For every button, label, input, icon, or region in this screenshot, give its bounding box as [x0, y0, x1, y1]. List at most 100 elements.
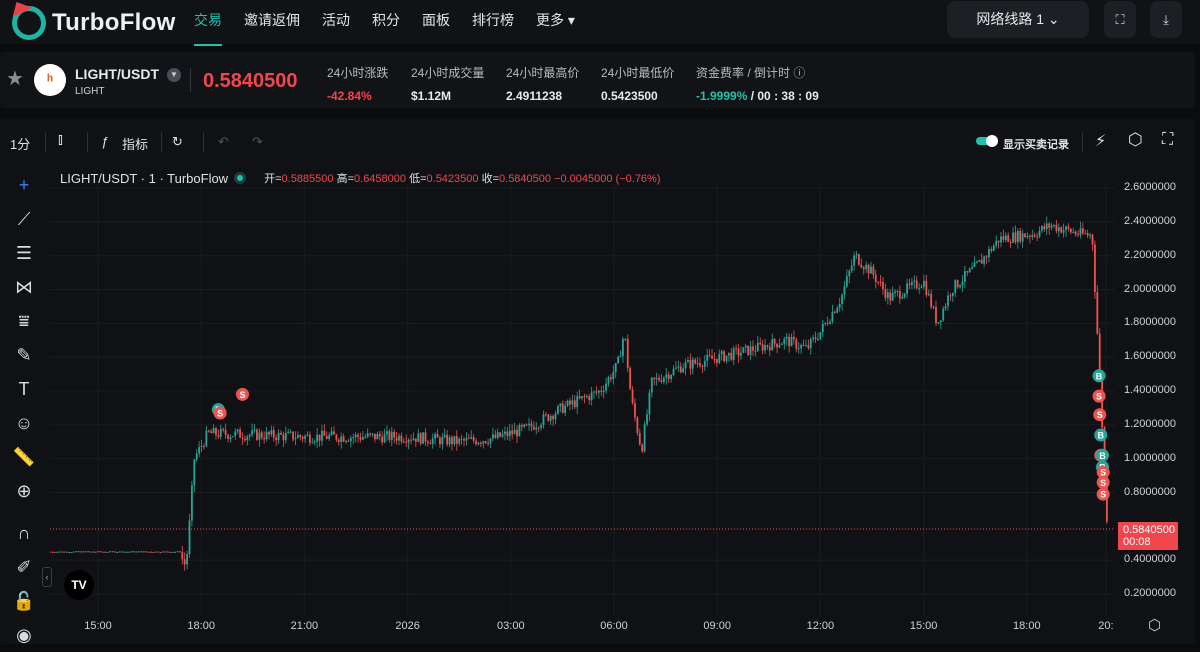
change-value: −0.0045000 (−0.76%)	[554, 173, 661, 185]
eye-icon[interactable]: ◉	[8, 618, 40, 652]
info-icon[interactable]: ⓘ	[793, 66, 805, 80]
candle-body	[638, 433, 641, 445]
candle-body	[711, 355, 713, 359]
candle-body	[210, 431, 213, 434]
fx-icon[interactable]: ƒ	[101, 134, 108, 149]
candle-body	[306, 434, 309, 436]
candle-body	[111, 551, 114, 553]
candle-body	[451, 437, 453, 445]
candle-body	[1057, 227, 1060, 232]
candle-body	[429, 443, 432, 445]
candle-body	[764, 345, 766, 351]
nav-points[interactable]: 积分	[372, 0, 400, 44]
y-tick-label: 2.0000000	[1124, 282, 1176, 295]
candle-body	[523, 424, 526, 427]
pair-name[interactable]: LIGHT/USDT	[75, 66, 159, 82]
download-button[interactable]: ⤓	[1150, 1, 1182, 38]
candle-body	[848, 270, 851, 277]
nav-referral[interactable]: 邀请返佣	[244, 0, 300, 44]
text-icon[interactable]: T	[8, 372, 40, 406]
pattern-icon[interactable]: ⋈	[8, 270, 40, 304]
undo-icon[interactable]: ↶	[218, 134, 229, 150]
lock-drawing-icon[interactable]: ✐	[8, 550, 40, 584]
candle-body	[453, 435, 456, 445]
emoji-icon[interactable]: ☺	[8, 406, 40, 440]
candle-body	[89, 551, 92, 553]
interval-select[interactable]: 1分	[10, 134, 30, 153]
candle-body	[956, 280, 959, 288]
candle-body	[92, 551, 95, 553]
reset-icon[interactable]: ↻	[172, 134, 183, 150]
axis-settings-icon[interactable]: ⬡	[1148, 616, 1161, 634]
candle-body	[200, 446, 203, 448]
quick-search-icon[interactable]: ⚡	[1095, 131, 1106, 151]
download-icon: ⤓	[1163, 11, 1169, 27]
candle-body	[296, 435, 299, 439]
redo-icon[interactable]: ↷	[252, 134, 263, 150]
show-trades-toggle[interactable]	[976, 135, 998, 147]
ruler-icon[interactable]: 📏	[8, 440, 40, 474]
candle-body	[330, 431, 333, 436]
candle-body	[1007, 235, 1010, 243]
candle-body	[63, 551, 66, 553]
candle-body	[610, 377, 612, 380]
magnet-icon[interactable]: ∩	[8, 516, 40, 550]
candle-body	[1009, 242, 1012, 244]
nav-dashboard[interactable]: 面板	[422, 0, 450, 44]
candle-type-icon[interactable]: ⫾	[58, 131, 63, 148]
trend-line-icon[interactable]: ⟋	[8, 202, 40, 236]
stat-label: 24小时最高价	[506, 66, 580, 80]
candle-body	[793, 336, 795, 340]
candle-body	[369, 433, 372, 435]
candle-body	[939, 320, 942, 323]
trade-marker-label: B	[1099, 451, 1106, 461]
candle-body	[140, 551, 143, 553]
candle-body	[691, 359, 694, 369]
fullscreen-icon[interactable]: ⛶	[1162, 131, 1173, 149]
y-tick-label: 0.2000000	[1124, 587, 1176, 599]
candle-body	[203, 446, 205, 448]
brand-logo[interactable]: TurboFlow	[12, 6, 176, 40]
candle-body	[918, 287, 921, 289]
candle-body	[696, 363, 699, 365]
nav-more[interactable]: 更多 ▾	[536, 0, 575, 44]
candle-body	[390, 431, 393, 440]
candle-body	[484, 441, 487, 443]
favorite-star-icon[interactable]: ★	[6, 66, 24, 91]
close-label: 收=	[481, 173, 500, 185]
nav-trade[interactable]: 交易	[194, 0, 222, 46]
candle-body	[431, 438, 434, 444]
y-tick-label: 2.4000000	[1124, 214, 1176, 227]
channel-icon[interactable]: ⩸	[8, 304, 40, 338]
y-tick-label: 2.2000000	[1124, 248, 1176, 261]
candle-body	[819, 332, 822, 340]
indicators-button[interactable]: 指标	[122, 134, 148, 153]
zoom-in-icon[interactable]: ⊕	[8, 474, 40, 508]
nav-leaderboard[interactable]: 排行榜	[472, 0, 514, 44]
candle-body	[1036, 236, 1039, 238]
candle-body	[501, 434, 504, 437]
candle-body	[56, 551, 58, 553]
divider	[87, 132, 88, 152]
candle-body	[1086, 233, 1089, 236]
candle-body	[342, 436, 345, 442]
crosshair-icon[interactable]: +	[8, 168, 40, 202]
tradingview-logo[interactable]: TV	[64, 570, 94, 600]
price-chart[interactable]: BSSBSSBSBBSSS	[50, 186, 1115, 616]
candle-body	[648, 392, 651, 415]
lock-icon[interactable]: 🔓	[8, 584, 40, 618]
candle-body	[631, 389, 634, 404]
candle-body	[973, 262, 976, 267]
pair-dropdown-icon[interactable]: ▼	[167, 68, 181, 82]
candle-body	[1091, 234, 1094, 245]
brush-icon[interactable]: ✎	[8, 338, 40, 372]
x-tick-label: 18:00	[1013, 620, 1041, 632]
scan-button[interactable]: ⛶	[1104, 1, 1136, 38]
network-route-select[interactable]: 网络线路 1 ⌄	[947, 1, 1089, 38]
ohlc-values: 开=0.5885500 高=0.6458000 低=0.5423500 收=0.…	[264, 170, 660, 186]
nav-events[interactable]: 活动	[322, 0, 350, 44]
settings-icon[interactable]: ⬡	[1128, 130, 1143, 150]
candle-body	[944, 306, 947, 309]
horizontal-lines-icon[interactable]: ☰	[8, 236, 40, 270]
candle-body	[906, 283, 908, 294]
